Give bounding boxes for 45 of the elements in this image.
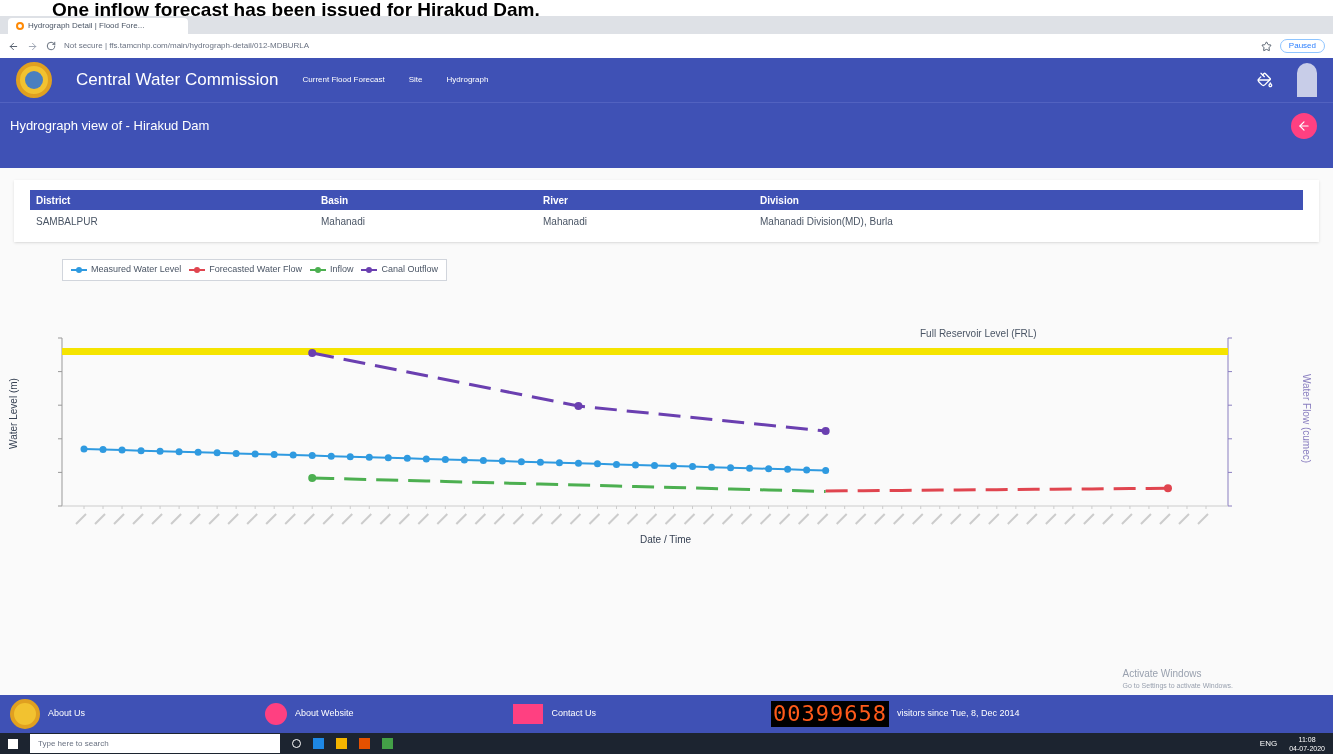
column-header: Division [760, 193, 800, 208]
app-title: Central Water Commission [76, 69, 279, 92]
legend-label[interactable]: Canal Outflow [381, 263, 438, 277]
address-field[interactable]: Not secure | ffs.tamcnhp.com/main/hydrograph-detail/012-MDBURLA [64, 40, 1253, 52]
star-icon[interactable] [1260, 40, 1272, 52]
windows-start-icon[interactable] [8, 738, 18, 749]
nav-link[interactable]: Site [408, 74, 423, 86]
back-icon[interactable] [8, 40, 19, 52]
nav-link[interactable]: Hydrograph [446, 74, 489, 86]
footer-link[interactable]: About Us [48, 707, 86, 721]
y-axis-title: Water Level (m) [6, 378, 20, 449]
taskbar-search-field[interactable]: Type here to search [30, 734, 280, 753]
page-title: Hydrograph view of - Hirakud Dam [10, 116, 210, 135]
y2-axis-title: Water Flow (cumec) [1300, 373, 1314, 464]
browser-tab[interactable]: Hydrograph Detail | Flood Fore... [8, 18, 188, 34]
column-header: District [36, 193, 72, 208]
table-cell-text: SAMBALPUR [36, 214, 99, 229]
footer-link[interactable]: Contact Us [551, 707, 596, 721]
emblem-icon [1297, 63, 1317, 97]
table-cell-text: Mahanadi [543, 214, 588, 229]
contact-card-icon [513, 704, 544, 724]
legend-label[interactable]: Measured Water Level [91, 263, 182, 277]
visitor-counter: 00399658 [770, 701, 889, 727]
banner-text: One inflow forecast has been issued for Hirakud Dam. [52, 0, 540, 16]
column-header: River [543, 193, 569, 208]
language-indicator[interactable]: ENG [1259, 737, 1278, 750]
footer-link[interactable]: About Website [295, 707, 354, 721]
paint-bucket-icon[interactable] [1257, 72, 1273, 88]
reload-icon[interactable] [46, 41, 56, 51]
table-cell-text: Mahanadi Division(MD), Burla [760, 214, 894, 229]
forward-icon[interactable] [27, 40, 38, 52]
activation-title: Activate Windows [1122, 666, 1203, 681]
legend-label[interactable]: Inflow [329, 263, 354, 277]
table-cell-text: Mahanadi [321, 214, 366, 229]
logo-icon [10, 699, 40, 729]
legend-label[interactable]: Forecasted Water Flow [209, 263, 302, 277]
favicon-icon [16, 22, 24, 30]
column-header: Basin [321, 193, 350, 208]
back-button[interactable] [1291, 112, 1317, 139]
logo-icon [16, 62, 52, 98]
info-icon [265, 703, 288, 725]
frl-label: Full Reservoir Level (FRL) [920, 327, 1037, 341]
visitor-since: visitors since Tue, 8, Dec 2014 [896, 707, 1020, 721]
x-axis-title: Date / Time [640, 533, 692, 547]
nav-link[interactable]: Current Flood Forecast [302, 74, 385, 86]
